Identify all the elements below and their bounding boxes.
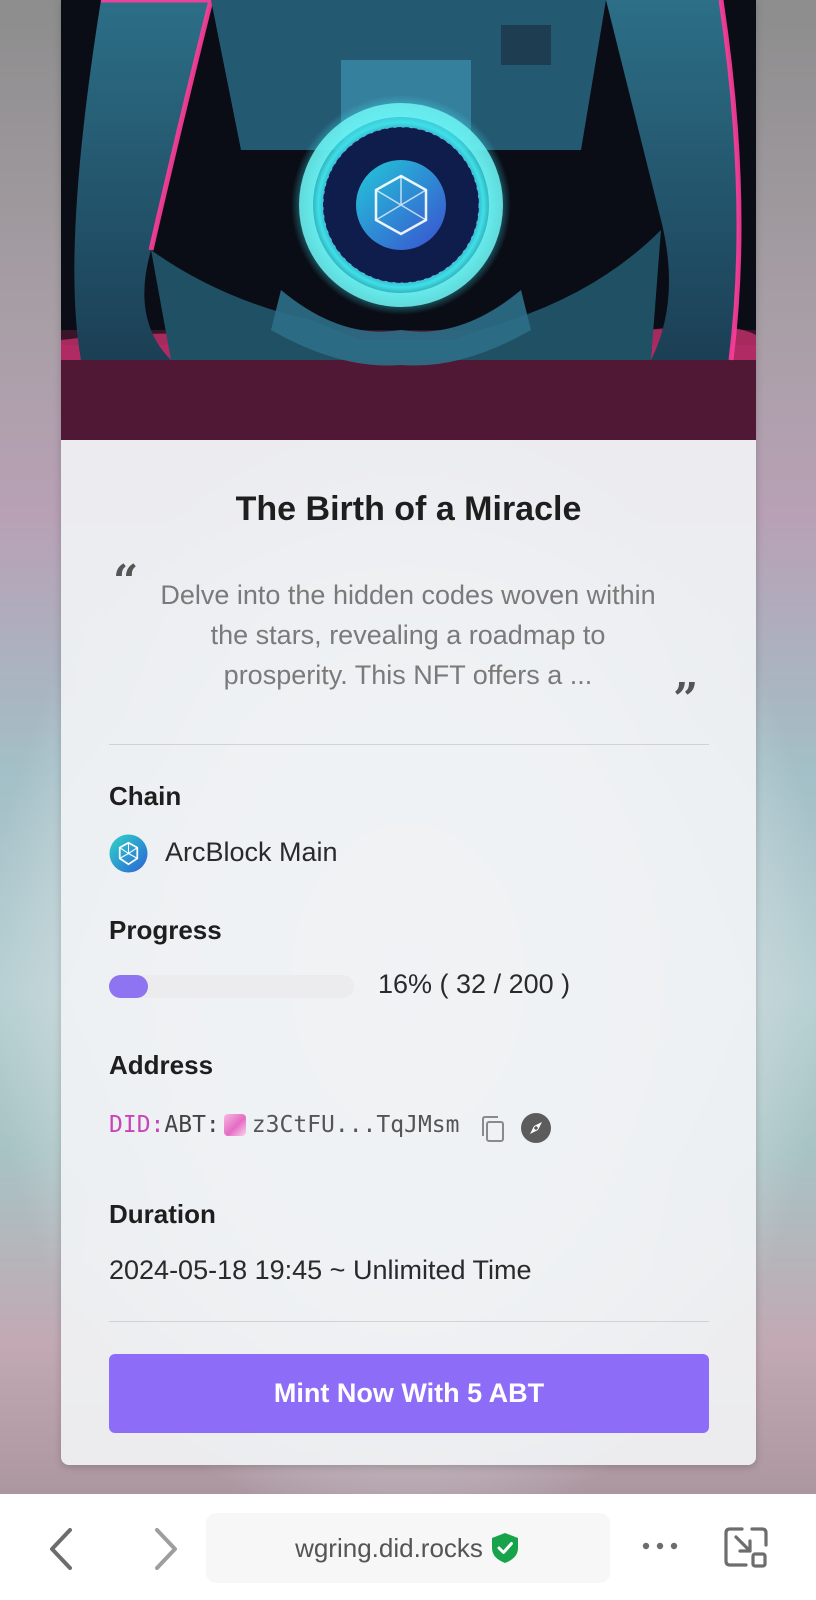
address-label: Address bbox=[109, 1050, 214, 1080]
shield-check-icon bbox=[491, 1533, 518, 1563]
divider bbox=[109, 1321, 709, 1322]
nft-description: Delve into the hidden codes woven within… bbox=[160, 580, 656, 690]
browser-toolbar: wgring.did.rocks bbox=[0, 1494, 816, 1600]
duration-label: Duration bbox=[109, 1199, 216, 1229]
mint-progress-bar bbox=[109, 975, 354, 998]
did-avatar bbox=[223, 1114, 246, 1136]
chain-label: Chain bbox=[109, 781, 182, 811]
url-text: wgring.did.rocks bbox=[295, 1532, 483, 1563]
minimize-window-icon[interactable] bbox=[722, 1523, 770, 1571]
astronaut-artwork bbox=[61, 0, 756, 440]
chain-name: ArcBlock Main bbox=[165, 837, 338, 867]
chevron-left-icon[interactable] bbox=[42, 1524, 82, 1574]
arcblock-logo-icon bbox=[109, 834, 148, 873]
url-bar[interactable]: wgring.did.rocks bbox=[206, 1513, 610, 1583]
progress-label: Progress bbox=[109, 915, 222, 945]
copy-icon[interactable] bbox=[479, 1114, 507, 1144]
quote-open-icon: “ bbox=[113, 556, 139, 607]
did-prefix: DID: bbox=[109, 1112, 165, 1138]
compass-icon[interactable] bbox=[520, 1112, 552, 1144]
quote-close-icon: ” bbox=[673, 674, 699, 725]
duration-value: 2024-05-18 19:45 ~ Unlimited Time bbox=[109, 1255, 532, 1285]
progress-text: 16% ( 32 / 200 ) bbox=[378, 969, 571, 999]
divider bbox=[109, 744, 709, 745]
more-horizontal-icon[interactable] bbox=[640, 1536, 680, 1556]
did-value: z3CtFU...TqJMsm bbox=[251, 1112, 460, 1138]
nft-mint-card: The Birth of a Miracle “ Delve into the … bbox=[61, 0, 756, 1465]
nft-title: The Birth of a Miracle bbox=[235, 490, 582, 528]
did-address[interactable]: DID: ABT: z3CtFU...TqJMsm bbox=[109, 1112, 460, 1138]
mint-button[interactable]: Mint Now With 5 ABT bbox=[109, 1354, 709, 1433]
mint-progress-fill bbox=[109, 975, 149, 998]
nft-hero-image bbox=[61, 0, 756, 440]
chevron-right-icon[interactable] bbox=[145, 1524, 185, 1574]
did-type: ABT: bbox=[164, 1112, 220, 1138]
